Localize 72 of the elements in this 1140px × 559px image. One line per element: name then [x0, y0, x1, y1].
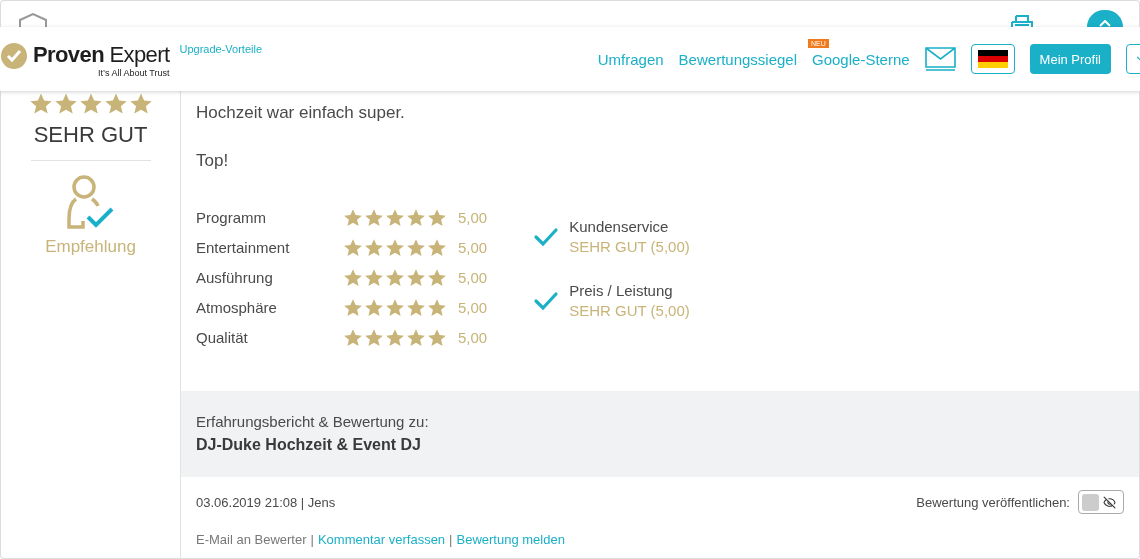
separator: |	[449, 532, 453, 547]
review-meta: 03.06.2019 21:08 | Jens	[196, 494, 336, 510]
star-icon	[427, 328, 447, 348]
check-icon	[533, 290, 560, 312]
action-text: E-Mail an Bewerter	[196, 532, 307, 547]
star-icon	[406, 208, 426, 228]
star-icon	[406, 238, 426, 258]
nav-link[interactable]: Bewertungssiegel	[678, 50, 797, 68]
rating-label: Atmosphäre	[196, 298, 278, 318]
mail-icon[interactable]	[924, 47, 956, 71]
rating-label: Entertainment	[196, 238, 291, 258]
criterion-label: Kundenservice	[569, 217, 670, 237]
star-icon	[427, 208, 447, 228]
star-icon	[427, 268, 447, 288]
scroll-up-button[interactable]	[1087, 10, 1123, 27]
star-icon	[343, 238, 363, 258]
star-icon	[364, 208, 384, 228]
star-icon	[53, 92, 78, 116]
criterion-label: Preis / Leistung	[569, 281, 674, 301]
criterion-verdict: SEHR GUT (5,00)	[569, 237, 690, 257]
star-icon	[343, 268, 363, 288]
review-text: Hochzeit war einfach super.	[196, 102, 406, 124]
overall-verdict: SEHR GUT	[33, 122, 148, 148]
star-icon	[427, 298, 447, 318]
eye-off-icon	[1103, 495, 1116, 509]
star-icon	[427, 238, 447, 258]
star-icon	[343, 208, 363, 228]
rating-label: Ausführung	[196, 268, 274, 288]
star-icon	[385, 298, 405, 318]
nav-link[interactable]: Umfragen	[597, 50, 664, 68]
rating-value: 5,00	[458, 298, 488, 318]
star-icon	[385, 208, 405, 228]
rating-value: 5,00	[458, 238, 488, 258]
publish-label: Bewertung veröffentlichen:	[916, 494, 1070, 510]
separator: |	[310, 532, 314, 547]
star-icon	[78, 92, 103, 116]
recommendation-label: Empfehlung	[45, 237, 136, 257]
upgrade-link[interactable]: Upgrade-Vorteile	[179, 43, 263, 55]
star-icon	[364, 298, 384, 318]
rating-label: Qualität	[196, 328, 249, 348]
star-icon	[406, 268, 426, 288]
star-icon	[385, 268, 405, 288]
star-icon	[343, 328, 363, 348]
star-icon	[128, 92, 153, 116]
publish-toggle[interactable]	[1078, 490, 1124, 514]
company-name: DJ-Duke Hochzeit & Event DJ	[196, 436, 422, 454]
flag-icon	[977, 50, 1008, 68]
star-icon	[28, 92, 53, 116]
rating-label: Programm	[196, 208, 267, 228]
rating-value: 5,00	[458, 328, 488, 348]
profile-button[interactable]: Mein Profil	[1029, 44, 1111, 74]
star-icon	[364, 328, 384, 348]
logo-tagline: It’s All About Trust	[98, 68, 170, 78]
star-icon	[406, 298, 426, 318]
review-text: Top!	[196, 150, 230, 172]
star-icon	[385, 238, 405, 258]
star-icon	[343, 298, 363, 318]
printer-icon[interactable]	[1011, 15, 1033, 27]
rating-value: 5,00	[458, 268, 488, 288]
rating-value: 5,00	[458, 208, 488, 228]
language-button[interactable]	[970, 44, 1015, 74]
action-link[interactable]: Kommentar verfassen	[317, 532, 446, 547]
logo-text: Proven Expert	[33, 42, 170, 68]
star-icon	[385, 328, 405, 348]
action-link[interactable]: Bewertung melden	[456, 532, 565, 547]
star-icon	[406, 328, 426, 348]
star-icon	[364, 268, 384, 288]
star-icon	[364, 238, 384, 258]
star-icon	[103, 92, 128, 116]
criterion-verdict: SEHR GUT (5,00)	[569, 301, 690, 321]
subject-label: Erfahrungsbericht & Bewertung zu:	[196, 413, 430, 430]
check-icon	[533, 226, 560, 248]
